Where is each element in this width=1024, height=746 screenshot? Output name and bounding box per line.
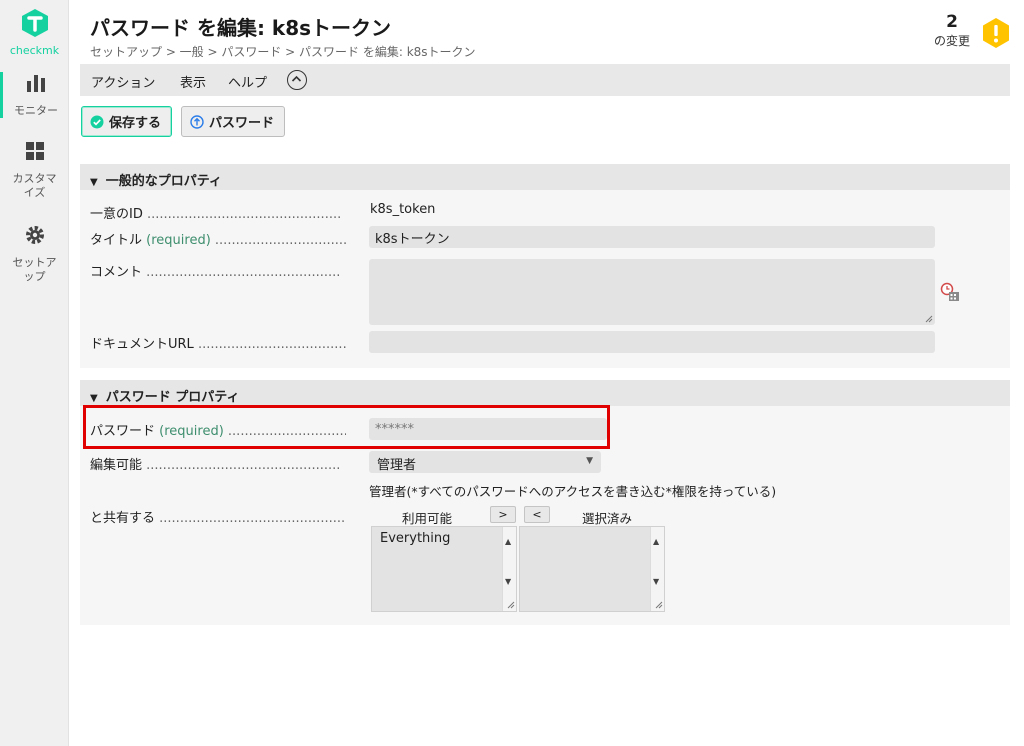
select-value: 管理者 <box>377 458 417 473</box>
chevron-up-icon <box>291 75 302 82</box>
label-dots: ........................................… <box>197 337 346 352</box>
save-button[interactable]: 保存する <box>81 106 173 137</box>
section-title: 一般的なプロパティ <box>105 174 222 189</box>
comment-textarea[interactable] <box>369 259 935 325</box>
label-dots: ........................................… <box>159 511 346 526</box>
checkmk-logo-icon <box>21 9 48 37</box>
field-label-id: 一意のID ..................................… <box>90 203 346 222</box>
bar-chart-icon <box>27 75 45 92</box>
logo[interactable]: checkmk <box>0 8 69 57</box>
label-text: と共有する <box>90 511 156 526</box>
field-label-editable: 編集可能 ...................................… <box>90 454 346 473</box>
scroll-down-icon[interactable]: ▼ <box>653 577 659 586</box>
field-label-title: タイトル (required) ........................… <box>90 229 346 248</box>
resize-grip-icon[interactable] <box>507 601 515 609</box>
warning-icon[interactable] <box>980 17 1012 49</box>
scroll-down-icon[interactable]: ▼ <box>505 577 511 586</box>
selected-label: 選択済み <box>582 511 633 526</box>
resize-grip-icon[interactable] <box>655 601 663 609</box>
pending-changes[interactable]: 2 の変更 <box>934 12 970 49</box>
dropdown-arrow-icon: ▼ <box>586 456 593 466</box>
remove-selected-button[interactable]: < <box>524 506 550 523</box>
page-header: パスワード を編集: k8sトークン セットアップ > 一般 > パスワード >… <box>80 0 1020 64</box>
sidebar-item-label: モニター <box>14 104 58 117</box>
page-title: パスワード を編集: k8sトークン <box>90 16 392 40</box>
label-dots: ........................................… <box>146 458 341 473</box>
menu-help[interactable]: ヘルプ <box>228 72 267 91</box>
sidebar-item-monitor[interactable]: モニター <box>0 72 69 118</box>
password-list-button[interactable]: パスワード <box>181 106 286 137</box>
sidebar: checkmk モニター カスタマイズ セットアップ <box>0 0 69 746</box>
title-input[interactable] <box>369 226 935 248</box>
gear-icon <box>25 226 44 244</box>
menu-actions[interactable]: アクション <box>91 72 155 91</box>
label-text: 編集可能 <box>90 458 143 473</box>
required-marker: (required) <box>146 233 211 248</box>
label-text: 一意のID <box>90 207 143 222</box>
section-title: パスワード プロパティ <box>105 390 240 405</box>
field-label-doc-url: ドキュメントURL ..............................… <box>90 333 346 352</box>
label-dots: ........................................… <box>214 233 346 248</box>
editable-hint: 管理者(*すべてのパスワードへのアクセスを書き込む*権限を持っている) <box>369 484 777 499</box>
field-label-share: と共有する ..................................… <box>90 507 346 526</box>
scrollbar[interactable]: ▲ ▼ <box>502 527 516 611</box>
section-header-password[interactable]: ▼ パスワード プロパティ <box>80 380 1010 406</box>
changes-label: の変更 <box>933 34 970 48</box>
sidebar-item-label: カスタマイズ <box>12 172 57 199</box>
collapse-menu-button[interactable] <box>287 70 307 90</box>
sidebar-item-label: セットアップ <box>12 256 57 283</box>
collapse-triangle-icon: ▼ <box>90 177 98 188</box>
section-header-general[interactable]: ▼ 一般的なプロパティ <box>80 164 1010 190</box>
highlight-box <box>83 405 610 449</box>
sidebar-item-customize[interactable]: カスタマイズ <box>0 140 69 200</box>
breadcrumb[interactable]: セットアップ > 一般 > パスワード > パスワード を編集: k8sトークン <box>90 43 476 60</box>
doc-url-input[interactable] <box>369 331 935 353</box>
changes-count: 2 <box>946 12 958 32</box>
available-list[interactable]: Everything ▲ ▼ <box>371 526 517 612</box>
save-button-label: 保存する <box>109 116 162 131</box>
scroll-up-icon[interactable]: ▲ <box>505 537 511 546</box>
resize-grip-icon[interactable] <box>925 315 933 323</box>
password-button-label: パスワード <box>209 116 275 131</box>
scrollbar[interactable]: ▲ ▼ <box>650 527 664 611</box>
scroll-up-icon[interactable]: ▲ <box>653 537 659 546</box>
insert-timestamp-icon[interactable] <box>940 282 960 302</box>
collapse-triangle-icon: ▼ <box>90 393 98 404</box>
check-circle-icon <box>90 115 104 128</box>
label-text: コメント <box>90 265 143 280</box>
menu-display[interactable]: 表示 <box>180 72 206 91</box>
grid-icon <box>25 142 44 160</box>
label-dots: ........................................… <box>147 207 342 222</box>
label-text: タイトル <box>90 233 143 248</box>
add-selected-button[interactable]: > <box>490 506 516 523</box>
label-text: ドキュメントURL <box>90 337 194 352</box>
list-item[interactable]: Everything <box>380 531 450 546</box>
menu-bar: アクション 表示 ヘルプ <box>80 64 1010 96</box>
id-value: k8s_token <box>370 202 436 217</box>
field-label-comment: コメント ...................................… <box>90 261 346 280</box>
logo-text: checkmk <box>9 44 60 57</box>
available-label: 利用可能 <box>402 511 453 526</box>
arrow-up-circle-icon <box>190 114 204 129</box>
selected-list[interactable]: ▲ ▼ <box>519 526 665 612</box>
editable-by-select[interactable]: 管理者 ▼ <box>369 451 601 473</box>
label-dots: ........................................… <box>146 265 341 280</box>
sidebar-item-setup[interactable]: セットアップ <box>0 224 69 284</box>
